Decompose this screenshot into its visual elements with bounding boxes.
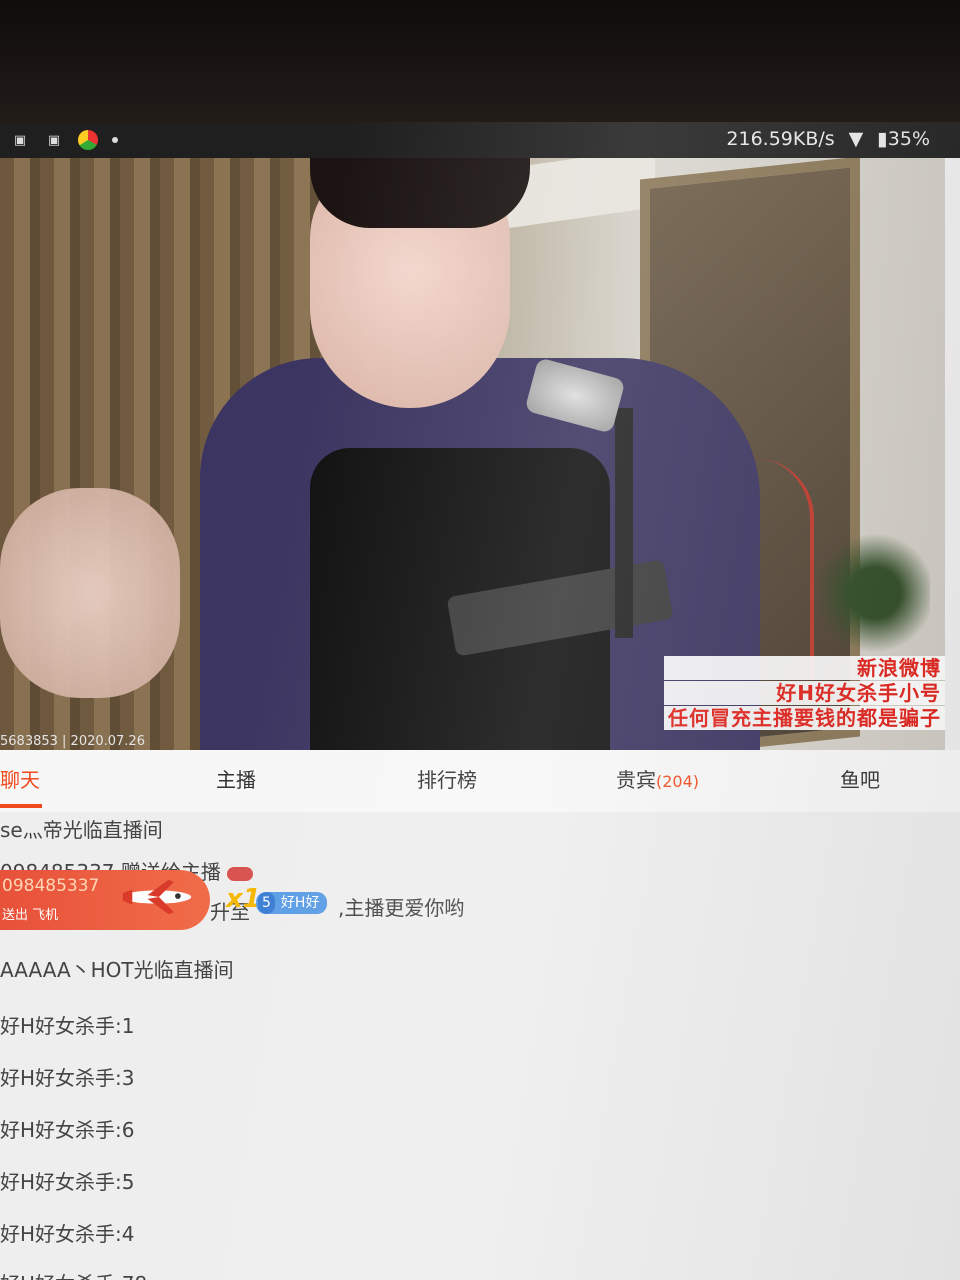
app-notification-icon: ▣ (47, 132, 61, 148)
plane-icon (122, 879, 192, 915)
chat-list[interactable]: se灬帝光临直播间 098485337 赠送给主播 098485337 送出 飞… (0, 812, 960, 1280)
status-bar: ▣ ▣ 216.59KB/s ▼ ▮35% (0, 122, 960, 158)
active-tab-indicator (0, 804, 42, 808)
wifi-icon: ▼ (848, 128, 864, 150)
streamer-hair (310, 158, 530, 228)
tablet-screen: ▣ ▣ 216.59KB/s ▼ ▮35% 5683853 | 2020.07.… (0, 122, 960, 1280)
tab-vip[interactable]: 贵宾(204) (616, 764, 699, 793)
video-background-plant (820, 528, 930, 658)
status-left-icons: ▣ ▣ (10, 130, 118, 150)
notice-line: 任何冒充主播要钱的都是骗子 (664, 706, 945, 730)
chat-message: 好H好女杀手:6 (0, 1118, 135, 1142)
stream-notice-overlay: 新浪微博 好H好女杀手小号 任何冒充主播要钱的都是骗子 (664, 656, 945, 731)
chat-message: ,主播更爱你哟 (338, 896, 465, 920)
tab-ranking[interactable]: 排行榜 (417, 764, 477, 793)
chat-message: 好H好女杀手:5 (0, 1170, 135, 1194)
tab-fishbar[interactable]: 鱼吧 (840, 764, 880, 793)
notice-line: 好H好女杀手小号 (664, 681, 945, 705)
mic-stand (615, 408, 633, 638)
chat-message: 好H好女杀手:4 (0, 1222, 135, 1246)
chat-message: 好H好女杀手:1 (0, 1014, 135, 1038)
chat-message: 好H好女杀手:78 (0, 1268, 147, 1280)
device-bezel (0, 0, 960, 122)
streamer-hand (0, 488, 180, 698)
chat-message: 好H好女杀手:3 (0, 1066, 135, 1090)
banner-username: 098485337 (2, 876, 100, 896)
gift-banner: 098485337 送出 飞机 (0, 870, 210, 930)
app-notification-icon: ▣ (13, 132, 27, 148)
notice-line: 新浪微博 (664, 656, 945, 680)
chat-message: se灬帝光临直播间 (0, 818, 163, 842)
plane-gift-icon (226, 866, 253, 881)
chat-message: AAAAA丶HOT光临直播间 (0, 958, 234, 982)
tab-streamer[interactable]: 主播 (216, 764, 256, 793)
live-video-player[interactable]: 5683853 | 2020.07.26 新浪微博 好H好女杀手小号 任何冒充主… (0, 158, 945, 750)
status-right: 216.59KB/s ▼ ▮35% (726, 128, 930, 150)
vip-count: (204) (656, 772, 700, 791)
tab-chat[interactable]: 聊天 (0, 764, 40, 793)
room-id-overlay: 5683853 | 2020.07.26 (0, 734, 145, 749)
battery-level: ▮35% (877, 128, 930, 150)
level-badge: 5 好H好 (256, 892, 328, 914)
banner-gift-text: 送出 飞机 (2, 908, 59, 923)
chrome-icon (78, 130, 98, 150)
room-tabs: 聊天 主播 排行榜 贵宾(204) 鱼吧 (0, 750, 960, 812)
more-notifications-icon (112, 137, 118, 143)
network-speed: 216.59KB/s (726, 128, 835, 150)
